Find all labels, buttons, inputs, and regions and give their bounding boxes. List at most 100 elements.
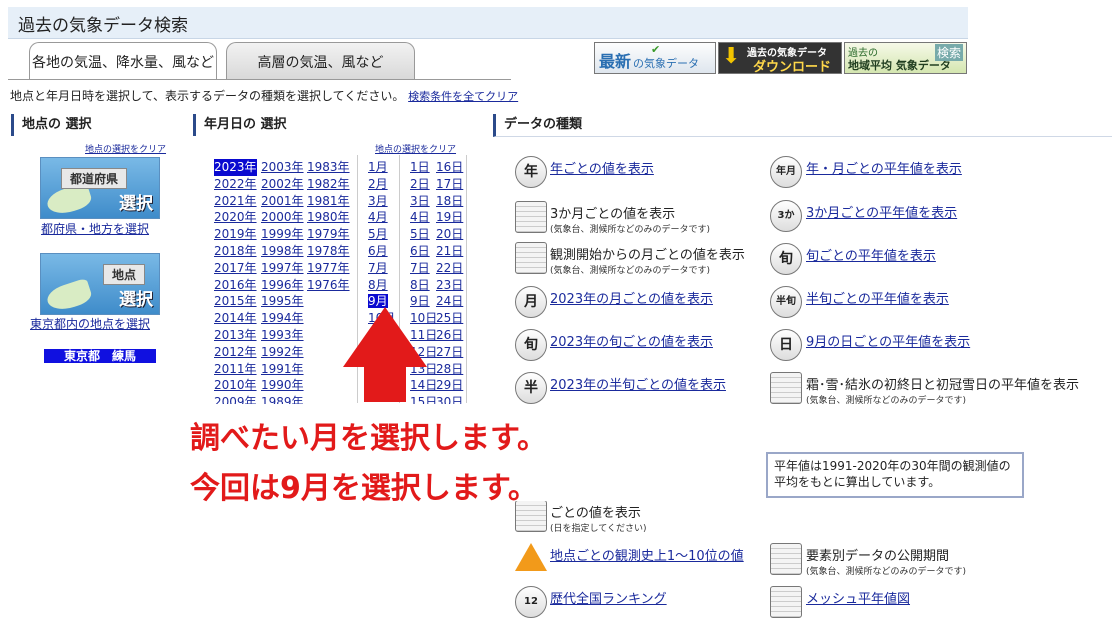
- day-link[interactable]: 29日: [436, 377, 463, 394]
- datatype-link[interactable]: 9月の日ごとの平年値を表示: [806, 331, 970, 350]
- year-link[interactable]: 1998年: [261, 243, 304, 260]
- year-link[interactable]: 2022年: [214, 176, 257, 193]
- datatype-icon[interactable]: 年月: [770, 156, 802, 188]
- year-link[interactable]: 1992年: [261, 344, 304, 361]
- local-point-select-image[interactable]: 地点 選択: [40, 253, 160, 315]
- datatype-link[interactable]: 2023年の月ごとの値を表示: [550, 288, 713, 307]
- year-link[interactable]: 1983年: [307, 159, 350, 176]
- month-link[interactable]: 1月: [368, 160, 388, 174]
- month-link[interactable]: 5月: [368, 227, 388, 241]
- year-link[interactable]: 2020年: [214, 209, 257, 226]
- day-link[interactable]: 27日: [436, 344, 463, 361]
- warning-icon[interactable]: [515, 543, 547, 573]
- year-link[interactable]: 2023年: [214, 159, 257, 176]
- day-link[interactable]: 5日: [410, 226, 430, 243]
- year-link[interactable]: 1980年: [307, 209, 350, 226]
- day-link[interactable]: 2日: [410, 176, 430, 193]
- year-link[interactable]: 2014年: [214, 310, 257, 327]
- month-link[interactable]: 4月: [368, 210, 388, 224]
- clear-all-link[interactable]: 検索条件を全てクリア: [408, 90, 518, 103]
- year-link[interactable]: 2021年: [214, 193, 257, 210]
- year-link[interactable]: 2012年: [214, 344, 257, 361]
- year-link[interactable]: 2018年: [214, 243, 257, 260]
- latest-data-banner[interactable]: 最新 の気象データ ✔: [594, 42, 716, 74]
- month-link[interactable]: 3月: [368, 194, 388, 208]
- datatype-icon[interactable]: 旬: [515, 329, 547, 361]
- datatype-icon[interactable]: 3か: [770, 200, 802, 232]
- datatype-icon[interactable]: 12: [515, 586, 547, 618]
- year-link[interactable]: 1996年: [261, 277, 304, 294]
- day-link[interactable]: 30日: [436, 394, 463, 404]
- day-link[interactable]: 28日: [436, 361, 463, 378]
- year-link[interactable]: 1977年: [307, 260, 350, 277]
- year-link[interactable]: 2017年: [214, 260, 257, 277]
- day-link[interactable]: 21日: [436, 243, 463, 260]
- datatype-link[interactable]: 年ごとの値を表示: [550, 158, 654, 177]
- day-link[interactable]: 17日: [436, 176, 463, 193]
- year-link[interactable]: 1979年: [307, 226, 350, 243]
- year-link[interactable]: 1994年: [261, 310, 304, 327]
- year-link[interactable]: 1997年: [261, 260, 304, 277]
- regional-average-banner[interactable]: 過去の 地域平均 気象データ 検索: [844, 42, 967, 74]
- year-link[interactable]: 1976年: [307, 277, 350, 294]
- year-link[interactable]: 1993年: [261, 327, 304, 344]
- datatype-link[interactable]: 歴代全国ランキング: [550, 588, 667, 607]
- year-link[interactable]: 2003年: [261, 159, 304, 176]
- month-link[interactable]: 6月: [368, 244, 388, 258]
- year-link[interactable]: 2015年: [214, 293, 257, 310]
- day-link[interactable]: 20日: [436, 226, 463, 243]
- year-link[interactable]: 1995年: [261, 293, 304, 310]
- month-link[interactable]: 8月: [368, 278, 388, 292]
- datatype-link[interactable]: 2023年の半旬ごとの値を表示: [550, 374, 726, 393]
- datatype-icon[interactable]: 年: [515, 156, 547, 188]
- tab-surface[interactable]: 各地の気温、降水量、風など: [29, 42, 217, 80]
- day-link[interactable]: 6日: [410, 243, 430, 260]
- year-link[interactable]: 1978年: [307, 243, 350, 260]
- prefecture-select-image[interactable]: 都道府県 選択: [40, 157, 160, 219]
- day-link[interactable]: 23日: [436, 277, 463, 294]
- day-link[interactable]: 8日: [410, 277, 430, 294]
- datatype-icon[interactable]: 月: [515, 286, 547, 318]
- year-link[interactable]: 2011年: [214, 361, 257, 378]
- download-banner[interactable]: ⬇ 過去の気象データ ダウンロード: [718, 42, 842, 74]
- day-link[interactable]: 1日: [410, 159, 430, 176]
- day-link[interactable]: 14日: [410, 377, 437, 394]
- clear-point-link[interactable]: 地点の選択をクリア: [85, 142, 166, 155]
- datatype-link[interactable]: 地点ごとの観測史上1～10位の値: [550, 545, 744, 564]
- year-link[interactable]: 1982年: [307, 176, 350, 193]
- year-link[interactable]: 2010年: [214, 377, 257, 394]
- day-link[interactable]: 18日: [436, 193, 463, 210]
- datatype-link[interactable]: 年・月ごとの平年値を表示: [806, 158, 962, 177]
- day-link[interactable]: 4日: [410, 209, 430, 226]
- datatype-icon[interactable]: 半旬: [770, 286, 802, 318]
- year-link[interactable]: 1990年: [261, 377, 304, 394]
- table-icon[interactable]: [770, 586, 802, 618]
- year-link[interactable]: 2019年: [214, 226, 257, 243]
- prefecture-select-link[interactable]: 都府県・地方を選択: [41, 220, 149, 237]
- tab-upper-air[interactable]: 高層の気温、風など: [226, 42, 415, 80]
- year-link[interactable]: 2016年: [214, 277, 257, 294]
- datatype-link[interactable]: メッシュ平年値図: [806, 588, 910, 607]
- day-link[interactable]: 22日: [436, 260, 463, 277]
- month-link[interactable]: 7月: [368, 261, 388, 275]
- datatype-link[interactable]: 3か月ごとの平年値を表示: [806, 202, 957, 221]
- year-link[interactable]: 1999年: [261, 226, 304, 243]
- datatype-link[interactable]: 半旬ごとの平年値を表示: [806, 288, 949, 307]
- local-point-select-link[interactable]: 東京都内の地点を選択: [30, 315, 150, 332]
- day-link[interactable]: 19日: [436, 209, 463, 226]
- year-link[interactable]: 1989年: [261, 394, 304, 404]
- day-link[interactable]: 24日: [436, 293, 463, 310]
- year-link[interactable]: 1981年: [307, 193, 350, 210]
- year-link[interactable]: 2002年: [261, 176, 304, 193]
- day-link[interactable]: 16日: [436, 159, 463, 176]
- month-link[interactable]: 2月: [368, 177, 388, 191]
- datatype-link[interactable]: 旬ごとの平年値を表示: [806, 245, 936, 264]
- clear-date-link[interactable]: 地点の選択をクリア: [375, 142, 456, 155]
- datatype-icon[interactable]: 旬: [770, 243, 802, 275]
- datatype-icon[interactable]: 半: [515, 372, 547, 404]
- day-link[interactable]: 25日: [436, 310, 463, 327]
- day-link[interactable]: 3日: [410, 193, 430, 210]
- year-link[interactable]: 2001年: [261, 193, 304, 210]
- datatype-icon[interactable]: 日: [770, 329, 802, 361]
- day-link[interactable]: 26日: [436, 327, 463, 344]
